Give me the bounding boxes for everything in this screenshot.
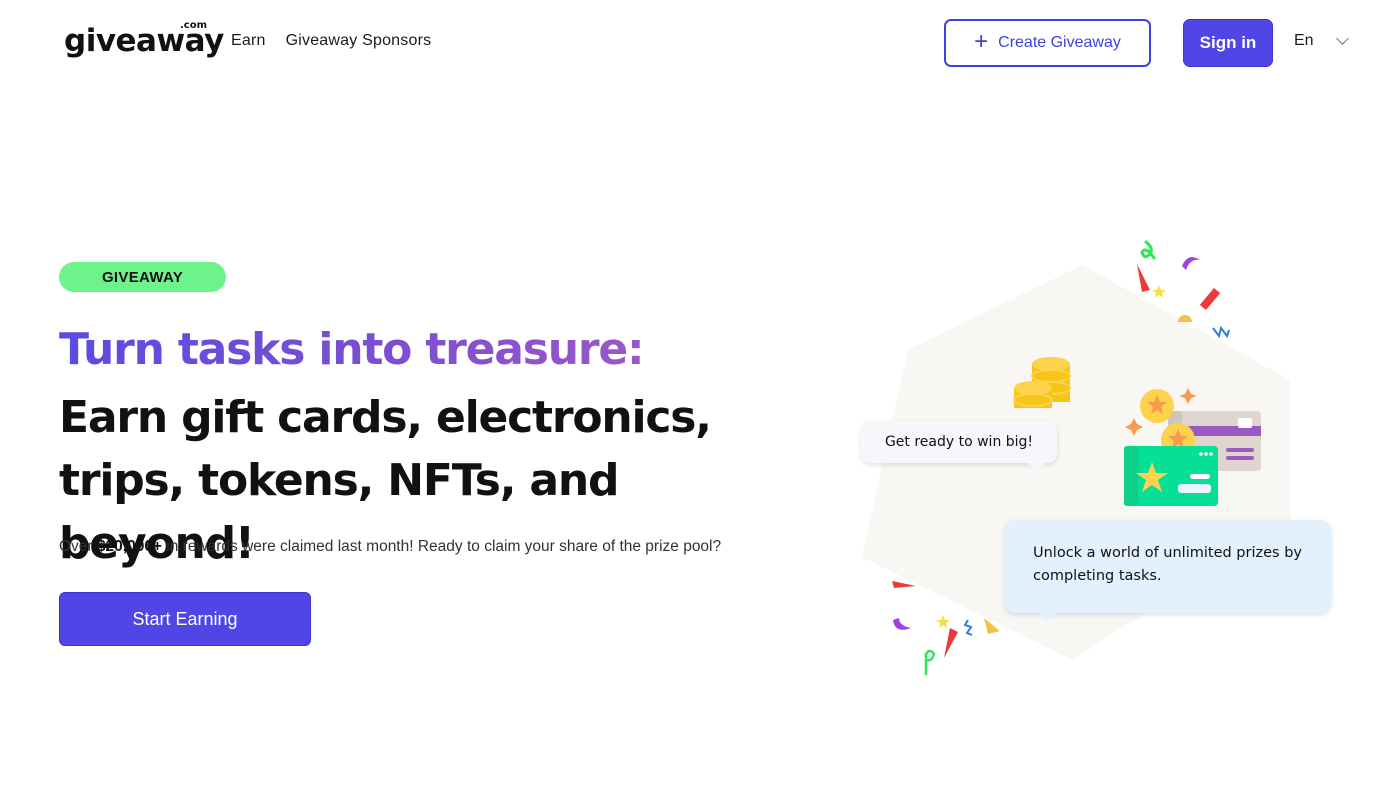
- confetti-squiggle-green: [1140, 240, 1156, 260]
- confetti-rect-red: [1199, 288, 1221, 310]
- confetti-triangle-red: [1137, 264, 1150, 292]
- subtitle-prefix: Over: [59, 538, 97, 555]
- confetti-triangle-red: [892, 581, 916, 588]
- confetti-star-yellow: [936, 615, 950, 628]
- speech-bubble-unlock-prizes: Unlock a world of unlimited prizes by co…: [1005, 520, 1331, 613]
- confetti-zigzag-blue: [1212, 325, 1230, 339]
- nav-link-giveaway-sponsors[interactable]: Giveaway Sponsors: [286, 32, 432, 50]
- create-giveaway-button[interactable]: + Create Giveaway: [944, 19, 1151, 67]
- confetti-squiggle-green: [924, 649, 936, 676]
- language-selector[interactable]: En: [1294, 32, 1349, 50]
- confetti-crescent-purple: [1182, 257, 1200, 270]
- speech-bubble-win-big: Get ready to win big!: [861, 421, 1057, 463]
- main-nav: Earn Giveaway Sponsors: [231, 32, 431, 50]
- language-value: En: [1294, 32, 1314, 49]
- subtitle-suffix: in rewards were claimed last month! Read…: [162, 538, 722, 555]
- confetti-crescent-purple: [893, 618, 911, 630]
- plus-icon: +: [974, 28, 989, 55]
- rewards-amount: $20,000+: [96, 538, 162, 555]
- hero-title-highlight: Turn tasks into treasure:: [59, 322, 645, 378]
- confetti-triangle-red: [944, 628, 958, 658]
- chevron-down-icon: [1335, 32, 1349, 45]
- create-giveaway-label: Create Giveaway: [998, 34, 1121, 51]
- confetti-star-yellow: [1152, 285, 1166, 298]
- start-earning-button[interactable]: Start Earning: [59, 592, 311, 646]
- confetti-semicircle-gold: [1178, 315, 1192, 322]
- giveaway-badge: GIVEAWAY: [59, 262, 226, 292]
- giveaway-logo[interactable]: giveaway .com: [64, 20, 224, 62]
- confetti-squiggle-blue: [963, 619, 973, 636]
- hero-illustration: Get ready to win big! Unlock a world of …: [850, 230, 1350, 680]
- sign-in-button[interactable]: Sign in: [1183, 19, 1273, 67]
- logo-suffix: .com: [180, 20, 208, 31]
- nav-link-earn[interactable]: Earn: [231, 32, 266, 50]
- hero-subtitle: Over $20,000+ in rewards were claimed la…: [59, 538, 721, 556]
- top-nav-bar: giveaway .com Earn Giveaway Sponsors + C…: [0, 0, 1400, 84]
